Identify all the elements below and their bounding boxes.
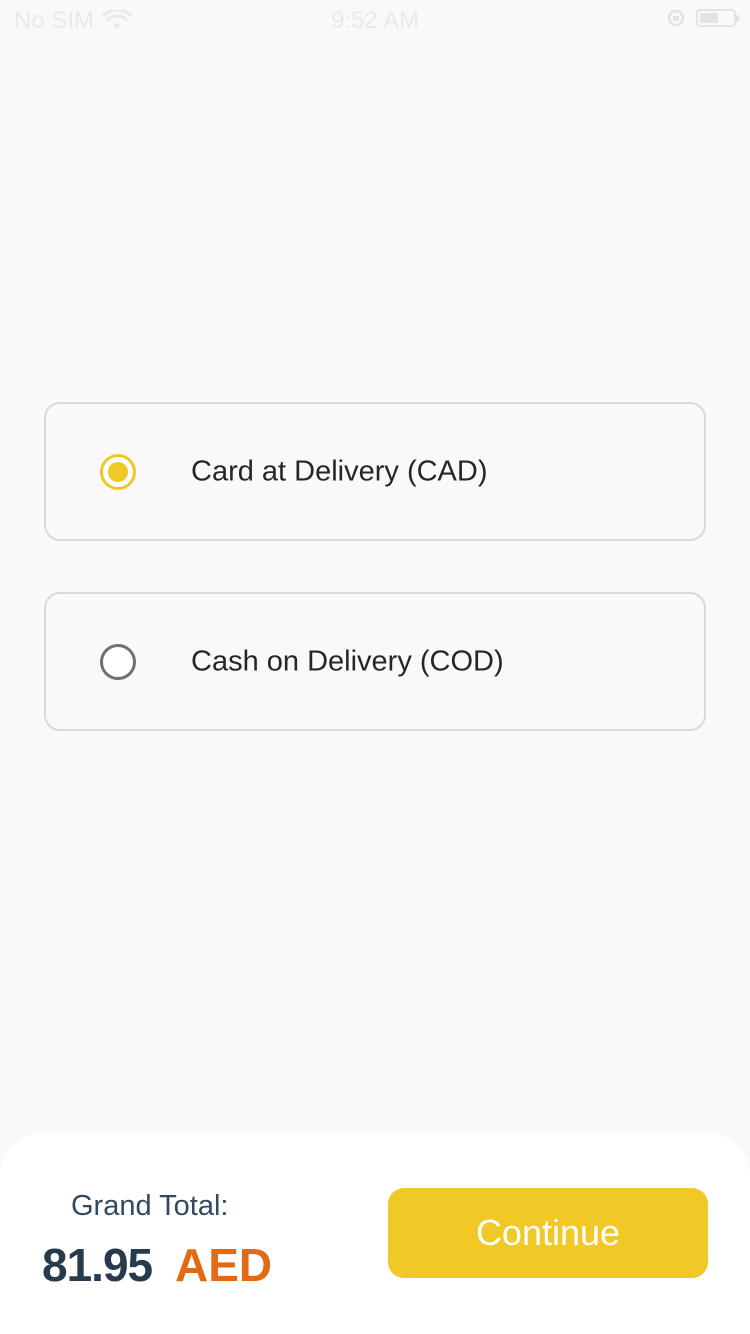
payment-option-cod[interactable]: Cash on Delivery (COD)	[44, 592, 706, 731]
grand-total-currency: AED	[175, 1239, 273, 1291]
radio-button-cad[interactable]	[100, 453, 136, 490]
radio-button-cod[interactable]	[100, 643, 136, 680]
continue-button[interactable]: Continue	[388, 1188, 708, 1278]
battery-icon	[696, 9, 739, 27]
payment-option-label: Card at Delivery (CAD)	[191, 455, 488, 487]
status-right	[666, 8, 739, 28]
checkout-footer: Grand Total: 81.95 AED Continue	[0, 1133, 750, 1334]
orientation-lock-icon	[667, 9, 685, 27]
battery-level	[700, 13, 718, 23]
status-bar: No SIM 9:52 AM	[0, 0, 750, 40]
grand-total-label: Grand Total:	[71, 1190, 229, 1222]
payment-option-label: Cash on Delivery (COD)	[191, 645, 504, 677]
grand-total-amount: 81.95	[42, 1239, 153, 1291]
status-time: 9:52 AM	[330, 7, 420, 34]
payment-option-cad[interactable]: Card at Delivery (CAD)	[44, 402, 706, 541]
